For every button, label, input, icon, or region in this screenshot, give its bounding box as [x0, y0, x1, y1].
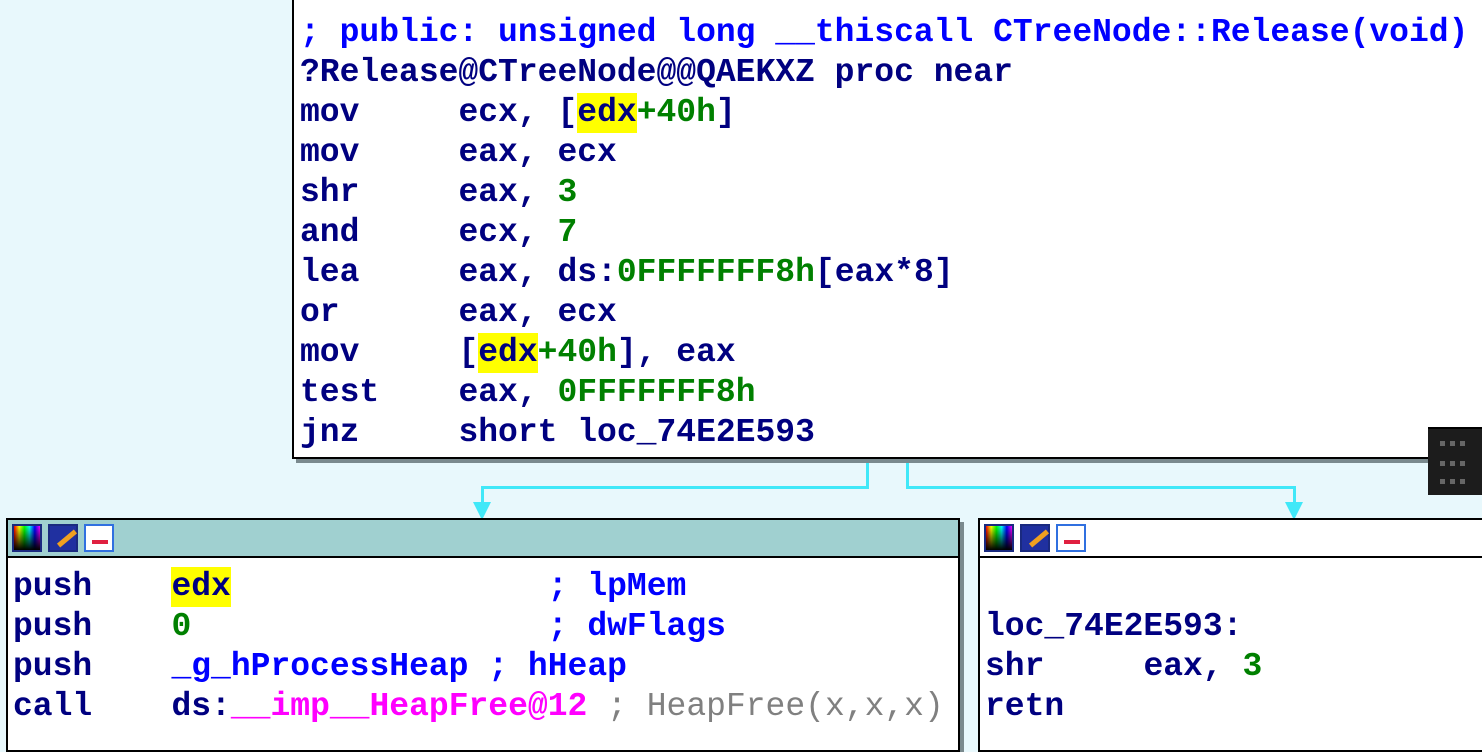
- code-token[interactable]: or: [300, 293, 458, 333]
- code-line[interactable]: ?Release@CTreeNode@@QAEKXZ proc near: [300, 53, 1482, 93]
- edge-false: [906, 486, 1296, 489]
- code-line[interactable]: jnz short loc_74E2E593: [300, 413, 1482, 453]
- code-token[interactable]: eax,: [458, 173, 557, 213]
- code-line[interactable]: mov ecx, [edx+40h]: [300, 93, 1482, 133]
- code-token[interactable]: shr: [985, 647, 1143, 687]
- code-line[interactable]: and ecx, 7: [300, 213, 1482, 253]
- edge-false: [906, 457, 909, 489]
- code-token[interactable]: mov: [300, 333, 458, 373]
- code-token[interactable]: and: [300, 213, 458, 253]
- code-token[interactable]: ; hHeap: [469, 647, 627, 687]
- code-token[interactable]: ds:: [171, 687, 230, 727]
- edge-true: [866, 457, 869, 489]
- code-block-loc[interactable]: loc_74E2E593: shr eax, 3 retn: [978, 518, 1482, 752]
- code-token[interactable]: [eax*8]: [815, 253, 954, 293]
- code-token[interactable]: 0FFFFFFF8h: [557, 373, 755, 413]
- code-token[interactable]: [985, 567, 1005, 607]
- code-line[interactable]: mov [edx+40h], eax: [300, 333, 1482, 373]
- code-line[interactable]: shr eax, 3: [985, 647, 1482, 687]
- code-token[interactable]: ?Release@CTreeNode@@QAEKXZ proc near: [300, 53, 1013, 93]
- code-token[interactable]: loc_74E2E593:: [985, 607, 1242, 647]
- code-token[interactable]: push: [13, 567, 171, 607]
- edge-true: [481, 486, 869, 489]
- color-palette-icon[interactable]: [12, 524, 42, 552]
- code-token[interactable]: eax, ecx: [458, 133, 616, 173]
- code-token[interactable]: __imp__HeapFree@12: [231, 687, 587, 727]
- code-token[interactable]: shr: [300, 173, 458, 213]
- code-line[interactable]: retn: [985, 687, 1482, 727]
- code-token[interactable]: 3: [557, 173, 577, 213]
- code-line[interactable]: ; public: unsigned long __thiscall CTree…: [300, 13, 1482, 53]
- code-token[interactable]: eax, ecx: [458, 293, 616, 333]
- code-token[interactable]: push: [13, 647, 171, 687]
- code-token[interactable]: short loc_74E2E593: [458, 413, 814, 453]
- code-token[interactable]: test: [300, 373, 458, 413]
- code-token[interactable]: ], eax: [617, 333, 736, 373]
- code-token[interactable]: ; HeapFree(x,x,x): [587, 687, 944, 727]
- code-token[interactable]: call: [13, 687, 171, 727]
- code-token[interactable]: ecx,: [458, 213, 557, 253]
- code-line[interactable]: shr eax, 3: [300, 173, 1482, 213]
- code-token[interactable]: ]: [716, 93, 736, 133]
- code-line[interactable]: loc_74E2E593:: [985, 607, 1482, 647]
- code-token[interactable]: push: [13, 607, 171, 647]
- code-token[interactable]: jnz: [300, 413, 458, 453]
- color-palette-icon[interactable]: [984, 524, 1014, 552]
- code-token[interactable]: mov: [300, 93, 458, 133]
- code-token[interactable]: ; dwFlags: [191, 607, 726, 647]
- code-line[interactable]: push _g_hProcessHeap ; hHeap: [13, 647, 958, 687]
- code-token[interactable]: ; lpMem: [231, 567, 687, 607]
- edit-pencil-icon[interactable]: [1020, 524, 1050, 552]
- code-token[interactable]: mov: [300, 133, 458, 173]
- block-header: [8, 520, 958, 558]
- code-token[interactable]: ecx, [: [458, 93, 577, 133]
- highlighted-token[interactable]: edx: [478, 333, 538, 373]
- code-token[interactable]: 0FFFFFFF8h: [617, 253, 815, 293]
- code-line[interactable]: or eax, ecx: [300, 293, 1482, 333]
- code-block-heapfree[interactable]: push edx ; lpMem push 0 ; dwFlags push _g_…: [6, 518, 960, 752]
- code-token[interactable]: eax,: [1143, 647, 1242, 687]
- block-header: [980, 520, 1482, 558]
- code-token[interactable]: _g_hProcessHeap: [171, 647, 468, 687]
- code-token[interactable]: +40h: [538, 333, 617, 373]
- code-token[interactable]: ; public: unsigned long __thiscall CTree…: [300, 13, 1468, 53]
- code-block-entry[interactable]: ; public: unsigned long __thiscall CTree…: [292, 0, 1482, 459]
- code-line[interactable]: lea eax, ds:0FFFFFFF8h[eax*8]: [300, 253, 1482, 293]
- code-token[interactable]: [: [458, 333, 478, 373]
- graph-view-icon[interactable]: [1056, 524, 1086, 552]
- code-token[interactable]: 7: [557, 213, 577, 253]
- code-token[interactable]: lea: [300, 253, 458, 293]
- code-line[interactable]: push edx ; lpMem: [13, 567, 958, 607]
- code-token[interactable]: eax, ds:: [458, 253, 616, 293]
- code-line[interactable]: push 0 ; dwFlags: [13, 607, 958, 647]
- code-token[interactable]: eax,: [458, 373, 557, 413]
- edit-pencil-icon[interactable]: [48, 524, 78, 552]
- code-token[interactable]: 0: [171, 607, 191, 647]
- code-token[interactable]: retn: [985, 687, 1064, 727]
- code-line[interactable]: mov eax, ecx: [300, 133, 1482, 173]
- graph-view-icon[interactable]: [84, 524, 114, 552]
- highlighted-token[interactable]: edx: [171, 567, 231, 607]
- code-line[interactable]: test eax, 0FFFFFFF8h: [300, 373, 1482, 413]
- code-line[interactable]: [985, 567, 1482, 607]
- graph-overview-widget[interactable]: [1428, 427, 1482, 495]
- code-line[interactable]: call ds:__imp__HeapFree@12 ; HeapFree(x,…: [13, 687, 958, 727]
- code-token[interactable]: +40h: [637, 93, 716, 133]
- highlighted-token[interactable]: edx: [577, 93, 637, 133]
- code-token[interactable]: 3: [1242, 647, 1262, 687]
